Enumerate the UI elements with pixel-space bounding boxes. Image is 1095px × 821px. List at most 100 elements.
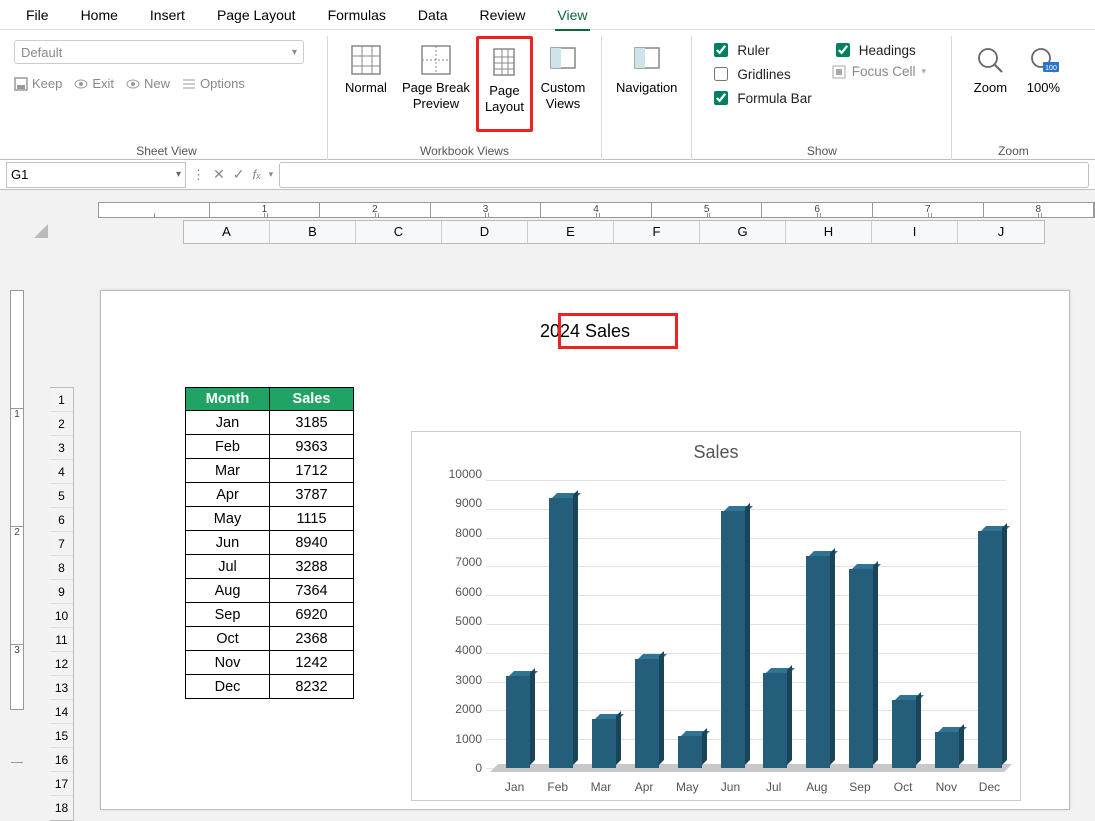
bar[interactable] xyxy=(849,569,873,768)
cell-month[interactable]: Aug xyxy=(186,579,270,603)
row-header[interactable]: 14 xyxy=(50,700,73,724)
exit-button[interactable]: Exit xyxy=(74,76,114,91)
bar[interactable] xyxy=(806,556,830,768)
select-all-triangle[interactable] xyxy=(30,220,48,238)
table-row[interactable]: Aug7364 xyxy=(186,579,354,603)
menu-insert[interactable]: Insert xyxy=(134,3,201,27)
row-header[interactable]: 11 xyxy=(50,628,73,652)
th-sales[interactable]: Sales xyxy=(270,388,354,411)
menu-page-layout[interactable]: Page Layout xyxy=(201,3,312,27)
table-row[interactable]: Jan3185 xyxy=(186,411,354,435)
expand-icon[interactable]: ⋮ xyxy=(192,167,205,183)
menu-formulas[interactable]: Formulas xyxy=(312,3,402,27)
cell-sales[interactable]: 6920 xyxy=(270,603,354,627)
row-header[interactable]: 18 xyxy=(50,796,73,820)
row-header[interactable]: 15 xyxy=(50,724,73,748)
row-header[interactable]: 16 xyxy=(50,748,73,772)
bar-sep[interactable] xyxy=(845,480,878,768)
row-header[interactable]: 2 xyxy=(50,412,73,436)
table-row[interactable]: Dec8232 xyxy=(186,675,354,699)
cell-sales[interactable]: 1712 xyxy=(270,459,354,483)
bar-apr[interactable] xyxy=(630,480,663,768)
cell-month[interactable]: Jun xyxy=(186,531,270,555)
col-header-g[interactable]: G xyxy=(700,221,786,243)
ruler-check[interactable]: Ruler xyxy=(710,40,811,60)
row-header[interactable]: 1 xyxy=(50,388,73,412)
col-header-c[interactable]: C xyxy=(356,221,442,243)
bar[interactable] xyxy=(635,659,659,768)
table-row[interactable]: Jun8940 xyxy=(186,531,354,555)
sheet-view-select[interactable]: Default ▾ xyxy=(14,40,304,64)
keep-button[interactable]: Keep xyxy=(14,76,62,91)
col-header-i[interactable]: I xyxy=(872,221,958,243)
headings-check[interactable]: Headings xyxy=(832,40,926,60)
cell-sales[interactable]: 9363 xyxy=(270,435,354,459)
row-header[interactable]: 10 xyxy=(50,604,73,628)
bar-oct[interactable] xyxy=(887,480,920,768)
options-button[interactable]: Options xyxy=(182,76,245,91)
cell-month[interactable]: Dec xyxy=(186,675,270,699)
new-button[interactable]: New xyxy=(126,76,170,91)
zoom-100-button[interactable]: 100 100% xyxy=(1020,36,1066,132)
table-row[interactable]: Oct2368 xyxy=(186,627,354,651)
cancel-icon[interactable]: ✕ xyxy=(213,166,225,183)
cell-month[interactable]: Apr xyxy=(186,483,270,507)
table-row[interactable]: Jul3288 xyxy=(186,555,354,579)
menu-data[interactable]: Data xyxy=(402,3,464,27)
bar[interactable] xyxy=(721,511,745,768)
cell-month[interactable]: Sep xyxy=(186,603,270,627)
bar[interactable] xyxy=(763,673,787,768)
col-header-j[interactable]: J xyxy=(958,221,1044,243)
zoom-button[interactable]: Zoom xyxy=(960,36,1020,132)
cell-month[interactable]: Oct xyxy=(186,627,270,651)
cell-sales[interactable]: 3787 xyxy=(270,483,354,507)
table-row[interactable]: Feb9363 xyxy=(186,435,354,459)
gridlines-checkbox[interactable] xyxy=(714,67,728,81)
cell-sales[interactable]: 1242 xyxy=(270,651,354,675)
row-header[interactable]: 3 xyxy=(50,436,73,460)
formula-bar-checkbox[interactable] xyxy=(714,91,728,105)
cell-sales[interactable]: 3185 xyxy=(270,411,354,435)
cell-month[interactable]: May xyxy=(186,507,270,531)
cell-month[interactable]: Nov xyxy=(186,651,270,675)
formula-input[interactable] xyxy=(279,162,1089,188)
bar-mar[interactable] xyxy=(588,480,621,768)
cell-month[interactable]: Jul xyxy=(186,555,270,579)
cell-sales[interactable]: 3288 xyxy=(270,555,354,579)
headings-checkbox[interactable] xyxy=(836,43,850,57)
column-headers[interactable]: A B C D E F G H I J xyxy=(183,220,1045,244)
col-header-h[interactable]: H xyxy=(786,221,872,243)
chart[interactable]: Sales 0100020003000400050006000700080009… xyxy=(411,431,1021,801)
navigation-button[interactable]: Navigation xyxy=(610,36,683,132)
bar-jan[interactable] xyxy=(502,480,535,768)
menu-review[interactable]: Review xyxy=(464,3,542,27)
cell-sales[interactable]: 8940 xyxy=(270,531,354,555)
focus-cell-button[interactable]: Focus Cell ▾ xyxy=(832,64,926,79)
cell-sales[interactable]: 8232 xyxy=(270,675,354,699)
row-header[interactable]: 12 xyxy=(50,652,73,676)
bar-aug[interactable] xyxy=(802,480,835,768)
cell-sales[interactable]: 7364 xyxy=(270,579,354,603)
table-row[interactable]: Sep6920 xyxy=(186,603,354,627)
bar-dec[interactable] xyxy=(973,480,1006,768)
gridlines-check[interactable]: Gridlines xyxy=(710,64,811,84)
row-headers[interactable]: 1 2 3 4 5 6 7 8 9 10 11 12 13 14 15 16 1… xyxy=(50,387,74,821)
row-header[interactable]: 6 xyxy=(50,508,73,532)
row-header[interactable]: 13 xyxy=(50,676,73,700)
data-table[interactable]: Month Sales Jan3185Feb9363Mar1712Apr3787… xyxy=(185,387,354,699)
cell-sales[interactable]: 2368 xyxy=(270,627,354,651)
table-row[interactable]: May1115 xyxy=(186,507,354,531)
ruler-checkbox[interactable] xyxy=(714,43,728,57)
fx-icon[interactable]: fx xyxy=(252,167,260,182)
accept-icon[interactable]: ✓ xyxy=(233,166,245,183)
table-row[interactable]: Mar1712 xyxy=(186,459,354,483)
bar[interactable] xyxy=(549,498,573,768)
row-header[interactable]: 5 xyxy=(50,484,73,508)
bar[interactable] xyxy=(506,676,530,768)
row-header[interactable]: 9 xyxy=(50,580,73,604)
bar[interactable] xyxy=(592,719,616,768)
menu-file[interactable]: File xyxy=(10,3,65,27)
col-header-a[interactable]: A xyxy=(184,221,270,243)
row-header[interactable]: 8 xyxy=(50,556,73,580)
bar[interactable] xyxy=(935,732,959,768)
